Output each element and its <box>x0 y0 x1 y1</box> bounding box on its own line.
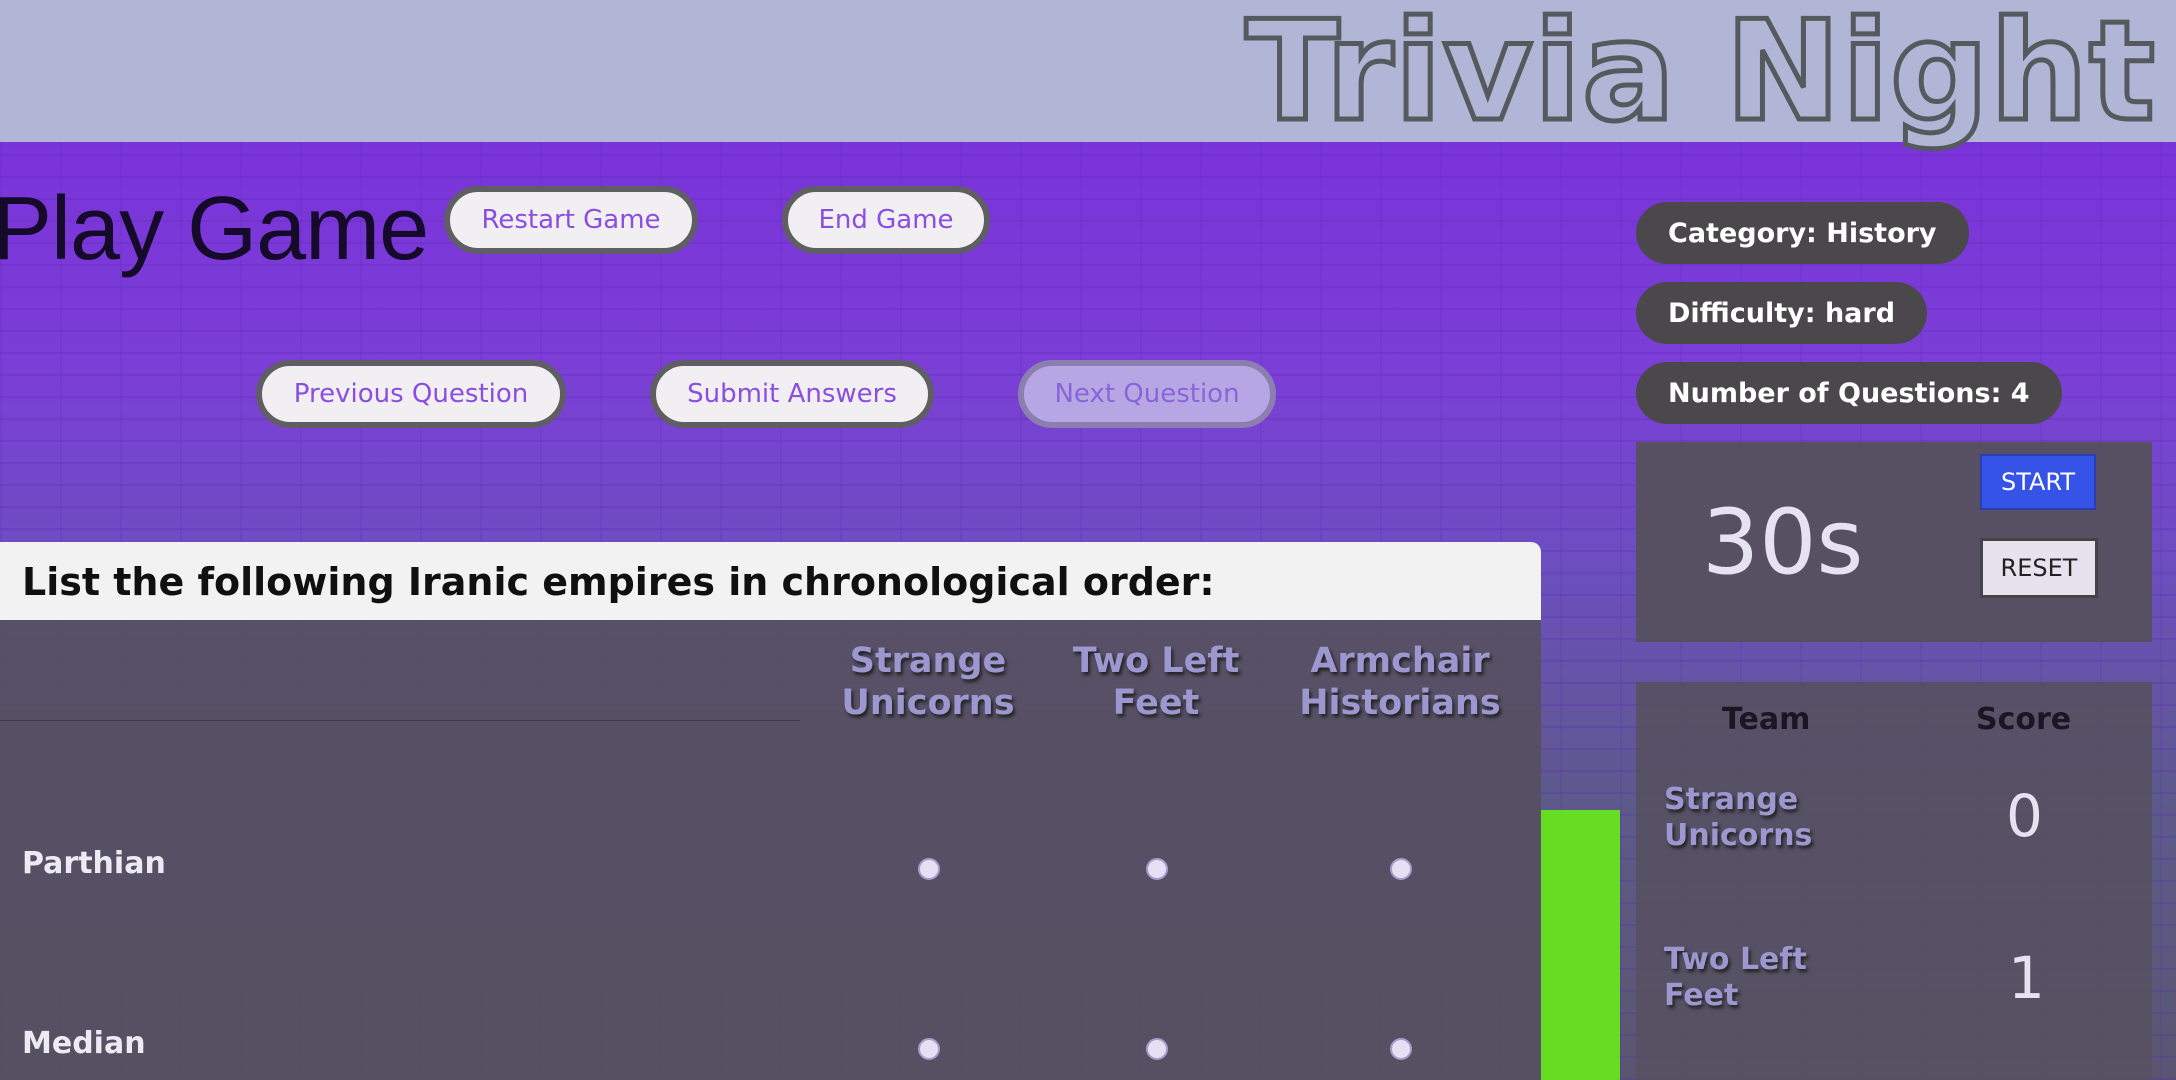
restart-game-button[interactable]: Restart Game <box>444 186 698 254</box>
timer-display: 30s <box>1702 490 1864 595</box>
previous-question-button[interactable]: Previous Question <box>256 360 566 428</box>
team-column-heading: Strange Unicorns <box>841 641 1015 723</box>
page-title: Play Game <box>0 179 429 279</box>
difficulty-badge: Difficulty: hard <box>1636 282 1928 344</box>
end-game-button[interactable]: End Game <box>782 186 990 254</box>
next-question-button[interactable]: Next Question <box>1018 360 1276 428</box>
scoreboard-team-name: Two Left Feet <box>1664 942 1807 1013</box>
answer-option-label: Parthian <box>22 846 166 881</box>
score-column-header: Score <box>1976 702 2072 737</box>
team-column-heading: Two Left Feet <box>1072 641 1240 723</box>
scoreboard-team-score: 0 <box>2006 782 2043 850</box>
header-divider <box>0 720 800 721</box>
answer-radio[interactable] <box>918 1038 940 1060</box>
question-header: List the following Iranic empires in chr… <box>0 542 1541 620</box>
answer-option-label: Median <box>22 1026 146 1061</box>
answer-radio[interactable] <box>1146 858 1168 880</box>
answer-radio[interactable] <box>1146 1038 1168 1060</box>
category-badge: Category: History <box>1636 202 1969 264</box>
scoreboard-team-name: Strange Unicorns <box>1664 782 1813 853</box>
question-count-badge: Number of Questions: 4 <box>1636 362 2062 424</box>
answer-radio[interactable] <box>918 858 940 880</box>
reset-timer-button[interactable]: RESET <box>1980 538 2098 598</box>
start-timer-button[interactable]: START <box>1980 454 2096 510</box>
background-decoration <box>1540 810 1620 1080</box>
team-column-heading: Armchair Historians <box>1299 641 1501 723</box>
scoreboard-team-score: 1 <box>2008 944 2045 1012</box>
answer-radio[interactable] <box>1390 858 1412 880</box>
scoreboard: Team Score Strange Unicorns 0 Two Left F… <box>1636 682 2152 1080</box>
app-title: Trivia Night <box>1243 0 2158 152</box>
submit-answers-button[interactable]: Submit Answers <box>650 360 934 428</box>
answer-radio[interactable] <box>1390 1038 1412 1060</box>
team-column-header: Team <box>1722 702 1811 737</box>
timer-panel: 30s START RESET <box>1636 442 2152 642</box>
answer-grid: Strange Unicorns Two Left Feet Armchair … <box>0 620 1541 1080</box>
question-text: List the following Iranic empires in chr… <box>22 560 1215 604</box>
